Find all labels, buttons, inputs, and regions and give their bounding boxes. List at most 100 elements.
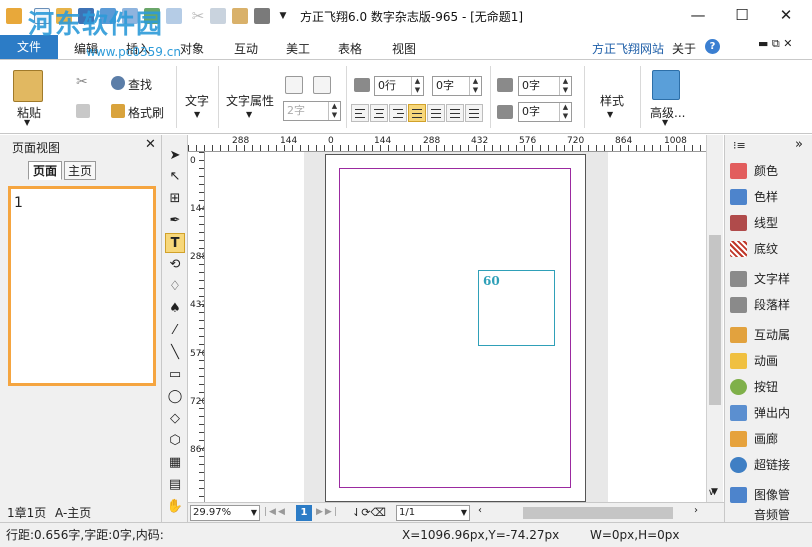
direct-select-tool-icon[interactable]: ↖ bbox=[165, 167, 185, 187]
style-dropdown-icon[interactable]: ▼ bbox=[607, 110, 613, 119]
page-tools-icon[interactable]: ⇃⟳⌫ bbox=[352, 506, 386, 519]
ellipse-tool-icon[interactable]: ◯ bbox=[165, 387, 185, 407]
panel-item-text-style[interactable]: 文字样 bbox=[730, 268, 812, 290]
table-edit-tool-icon[interactable]: ▤ bbox=[165, 475, 185, 495]
help-icon[interactable]: ? bbox=[705, 39, 720, 54]
find-button[interactable]: 查找 bbox=[128, 76, 152, 93]
tab-view[interactable]: 视图 bbox=[392, 40, 416, 57]
panel-menu-icon[interactable]: ⁝≡ bbox=[733, 139, 746, 152]
justify-icon[interactable] bbox=[408, 104, 426, 122]
line-spacing-spinner[interactable]: ▲ ▼ bbox=[411, 77, 423, 95]
table-tool-icon[interactable]: ▦ bbox=[165, 453, 185, 473]
line-spacing-field[interactable]: 0行 ▲ ▼ bbox=[374, 76, 424, 96]
indent-before-field[interactable]: 0字 ▲ ▼ bbox=[518, 76, 572, 96]
horizontal-ruler[interactable]: 288 144 0 144 288 432 576 720 864 1008 bbox=[188, 135, 706, 152]
font-size-spinner[interactable]: ▲ ▼ bbox=[328, 102, 340, 120]
paste-dropdown-icon[interactable]: ▼ bbox=[24, 118, 30, 127]
panel-item-paragraph-style[interactable]: 段落样 bbox=[730, 294, 812, 316]
panel-item-line-type[interactable]: 线型 bbox=[730, 212, 812, 234]
text-dropdown-icon[interactable]: ▼ bbox=[194, 110, 200, 119]
paste-small-icon[interactable] bbox=[232, 8, 248, 24]
polygon-tool-icon[interactable]: ⬡ bbox=[165, 431, 185, 451]
indent-left-icon[interactable] bbox=[285, 76, 303, 94]
tab-interactive[interactable]: 互动 bbox=[234, 40, 258, 57]
panel-item-color[interactable]: 颜色 bbox=[730, 160, 812, 182]
vertical-ruler[interactable]: 0 144 288 432 576 720 864 bbox=[188, 152, 205, 502]
tab-object[interactable]: 对象 bbox=[180, 40, 204, 57]
text-tool-icon[interactable]: T bbox=[165, 233, 185, 253]
ribbon-controls-icon[interactable]: ▬ ⧉ ✕ bbox=[758, 37, 792, 51]
pen-tool-icon[interactable]: ✒ bbox=[165, 211, 185, 231]
justify-all-icon[interactable] bbox=[427, 104, 445, 122]
align-right-icon[interactable] bbox=[389, 104, 407, 122]
indent-after-spinner[interactable]: ▲ ▼ bbox=[559, 103, 571, 121]
copy-tool-icon[interactable] bbox=[76, 104, 90, 118]
indent-right-icon[interactable] bbox=[313, 76, 331, 94]
style-button[interactable]: 样式 bbox=[600, 92, 624, 109]
text-props-dropdown-icon[interactable]: ▼ bbox=[246, 110, 252, 119]
advanced-dropdown-icon[interactable]: ▼ bbox=[662, 118, 668, 127]
char-spacing-field[interactable]: 0字 ▲ ▼ bbox=[432, 76, 482, 96]
close-button[interactable]: ✕ bbox=[771, 4, 801, 26]
cut-tool-icon[interactable]: ✂ bbox=[76, 74, 88, 90]
preview-icon[interactable] bbox=[166, 8, 182, 24]
vertical-scroll-thumb[interactable] bbox=[709, 235, 721, 405]
cut-icon[interactable]: ✂ bbox=[190, 8, 206, 24]
panel-item-button[interactable]: 按钮 bbox=[730, 376, 812, 398]
expand-panel-icon[interactable]: » bbox=[795, 137, 803, 152]
panel-item-audio-manager[interactable]: 音频管 bbox=[730, 508, 812, 522]
website-link[interactable]: 方正飞翔网站 bbox=[592, 40, 664, 57]
panel-item-popup[interactable]: 弹出内 bbox=[730, 402, 812, 424]
vertical-align-icon[interactable] bbox=[465, 104, 483, 122]
panel-item-image-manager[interactable]: 图像管 bbox=[730, 484, 812, 506]
pdf-icon[interactable] bbox=[254, 8, 270, 24]
panel-item-pattern[interactable]: 底纹 bbox=[730, 238, 812, 260]
panel-item-hyperlink[interactable]: 超链接 bbox=[730, 454, 812, 476]
about-link[interactable]: 关于 bbox=[672, 40, 696, 57]
minimize-button[interactable]: — bbox=[683, 4, 713, 26]
panel-close-icon[interactable]: ✕ bbox=[145, 137, 156, 152]
text-props-button[interactable]: 文字属性 bbox=[226, 92, 274, 109]
text-frame[interactable]: 60 bbox=[478, 270, 555, 346]
tab-art[interactable]: 美工 bbox=[286, 40, 310, 57]
paste-icon[interactable] bbox=[13, 70, 43, 102]
page-thumbnail[interactable]: 1 bbox=[8, 186, 156, 386]
panel-item-animation[interactable]: 动画 bbox=[730, 350, 812, 372]
copy-icon[interactable] bbox=[210, 8, 226, 24]
vertical-scrollbar[interactable]: ▼ bbox=[706, 135, 723, 502]
page-selector[interactable]: 1/1 ▼ bbox=[396, 505, 470, 521]
indent-after-field[interactable]: 0字 ▲ ▼ bbox=[518, 102, 572, 122]
panel-scroll-down-icon[interactable]: ∨ bbox=[708, 488, 715, 498]
tab-table[interactable]: 表格 bbox=[338, 40, 362, 57]
align-center-icon[interactable] bbox=[370, 104, 388, 122]
char-spacing-spinner[interactable]: ▲ ▼ bbox=[469, 77, 481, 95]
panel-item-swatch[interactable]: 色样 bbox=[730, 186, 812, 208]
tab-master-page[interactable]: 主页 bbox=[64, 161, 96, 180]
next-last-page-icon[interactable]: ▶▶| bbox=[316, 507, 339, 517]
align-left-icon[interactable] bbox=[351, 104, 369, 122]
customize-quick-access-icon[interactable]: ▼ bbox=[275, 8, 291, 24]
font-size-field[interactable]: 2字 ▲ ▼ bbox=[283, 101, 341, 121]
format-brush-button[interactable]: 格式刷 bbox=[128, 104, 164, 121]
tab-page[interactable]: 页面 bbox=[28, 161, 62, 180]
zoom-field[interactable]: 29.97% ▼ bbox=[190, 505, 260, 521]
text-button[interactable]: 文字 bbox=[185, 92, 209, 109]
knife-tool-icon[interactable]: ♠ bbox=[165, 299, 185, 319]
distribute-icon[interactable] bbox=[446, 104, 464, 122]
horizontal-scroll-thumb[interactable] bbox=[523, 507, 673, 519]
panel-item-gallery[interactable]: 画廊 bbox=[730, 428, 812, 450]
line-tool-icon[interactable]: ╲ bbox=[165, 343, 185, 363]
maximize-button[interactable]: ☐ bbox=[727, 4, 757, 26]
fill-tool-icon[interactable]: ♢ bbox=[165, 277, 185, 297]
document-canvas[interactable]: 60 bbox=[205, 152, 706, 502]
indent-before-spinner[interactable]: ▲ ▼ bbox=[559, 77, 571, 95]
eyedropper-tool-icon[interactable]: ⁄ bbox=[165, 321, 185, 341]
scroll-left-icon[interactable]: ‹ bbox=[478, 505, 482, 516]
first-prev-page-icon[interactable]: |◀◀ bbox=[264, 507, 287, 517]
select-tool-icon[interactable]: ➤ bbox=[165, 146, 185, 166]
hand-tool-icon[interactable]: ✋ bbox=[165, 497, 185, 517]
diamond-tool-icon[interactable]: ◇ bbox=[165, 409, 185, 429]
current-page-button[interactable]: 1 bbox=[296, 505, 312, 521]
rectangle-tool-icon[interactable]: ▭ bbox=[165, 365, 185, 385]
panel-item-interactive[interactable]: 互动属 bbox=[730, 324, 812, 346]
